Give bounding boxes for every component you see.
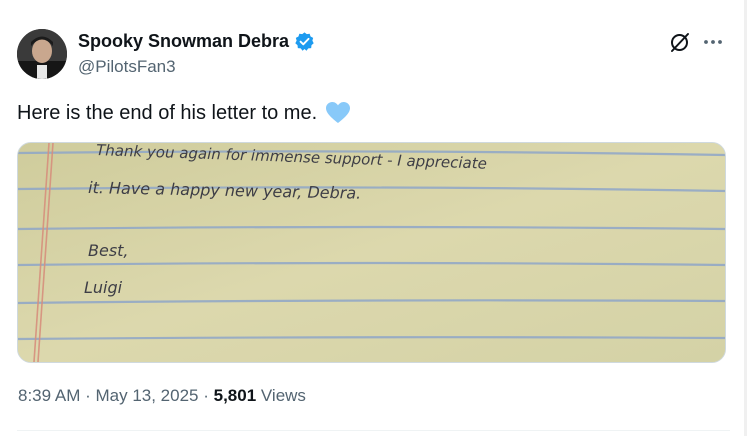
author-name-row: Spooky Snowman Debra: [78, 31, 315, 52]
letter-line-3: Best,: [88, 241, 129, 260]
verified-badge-icon[interactable]: [294, 31, 315, 52]
tweet-text: Here is the end of his letter to me.: [17, 101, 351, 125]
letter-line-4: Luigi: [84, 278, 123, 297]
tweet-meta: 8:39 AM · May 13, 2025 · 5,801 Views: [18, 386, 306, 406]
views-count[interactable]: 5,801: [214, 386, 257, 405]
author-display-name[interactable]: Spooky Snowman Debra: [78, 31, 289, 52]
tweet: Spooky Snowman Debra @PilotsFan3 Here is…: [0, 0, 747, 436]
author-handle[interactable]: @PilotsFan3: [78, 57, 176, 77]
divider: [17, 430, 730, 431]
blue-heart-emoji-icon: [325, 101, 351, 125]
meta-separator: ·: [80, 386, 96, 405]
avatar[interactable]: [17, 29, 67, 79]
post-date[interactable]: May 13, 2025: [95, 386, 198, 405]
letter-photo[interactable]: Thank you again for immense support - I …: [17, 142, 726, 363]
more-options-icon[interactable]: [701, 30, 725, 54]
post-time[interactable]: 8:39 AM: [18, 386, 80, 405]
tweet-text-content: Here is the end of his letter to me.: [17, 101, 318, 124]
grok-icon[interactable]: [668, 30, 692, 54]
meta-separator: ·: [198, 386, 214, 405]
views-label: Views: [256, 386, 306, 405]
